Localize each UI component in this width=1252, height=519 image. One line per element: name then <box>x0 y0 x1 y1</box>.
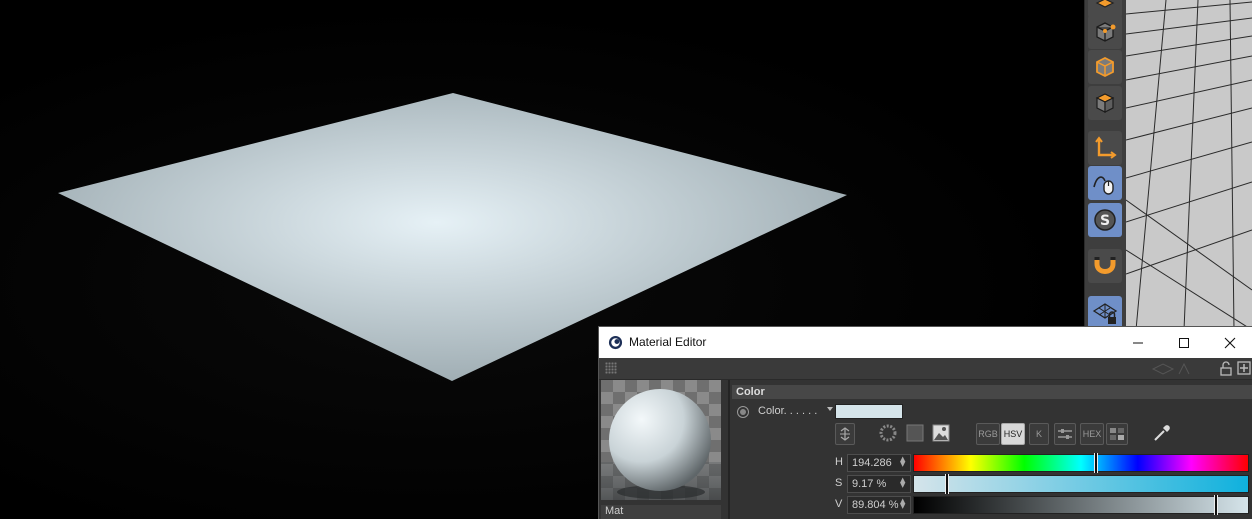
preview-sphere <box>609 389 711 491</box>
value-stepper-icon[interactable]: ▲ ▼ <box>900 498 905 510</box>
maximize-icon <box>1179 337 1189 348</box>
section-title: Color <box>732 385 1252 399</box>
saturation-stepper-icon[interactable]: ▲ ▼ <box>900 477 905 489</box>
grip-handle-icon[interactable] <box>605 362 617 374</box>
eyedropper-button[interactable] <box>1151 423 1173 443</box>
swatches-button[interactable] <box>1106 423 1128 445</box>
window-title: Material Editor <box>629 335 707 349</box>
snap-magnet-icon[interactable] <box>1088 249 1122 283</box>
hue-label: H <box>835 456 843 468</box>
hue-stepper-icon[interactable]: ▲ ▼ <box>900 456 905 468</box>
maximize-button[interactable] <box>1161 327 1207 358</box>
color-swatch[interactable] <box>835 404 903 419</box>
rgb-mode-button[interactable]: RGB <box>976 423 1000 445</box>
material-preview[interactable] <box>601 380 721 500</box>
minimize-button[interactable] <box>1115 327 1161 358</box>
workplane-lock-icon[interactable] <box>1088 296 1122 330</box>
saturation-slider-knob[interactable] <box>945 474 949 494</box>
axis-icon[interactable] <box>1088 131 1122 165</box>
close-icon <box>1224 337 1236 348</box>
polygons-mode-icon[interactable] <box>1088 86 1122 120</box>
swatches-icon <box>1110 428 1124 440</box>
tweak-mode-icon[interactable] <box>1088 166 1122 200</box>
saturation-slider[interactable] <box>913 474 1249 494</box>
close-button[interactable] <box>1207 327 1252 358</box>
material-editor-window: Material Editor Mat Color Color. . . . .… <box>598 326 1252 519</box>
edges-mode-icon[interactable] <box>1088 50 1122 84</box>
title-bar[interactable]: Material Editor <box>599 327 1252 358</box>
panel-divider[interactable] <box>728 380 730 519</box>
mixer-icon <box>1058 429 1072 439</box>
material-name-field[interactable]: Mat <box>601 505 721 519</box>
value-slider[interactable] <box>913 495 1249 515</box>
kelvin-mode-button[interactable]: K <box>1029 423 1049 445</box>
color-enable-radio[interactable] <box>737 406 749 418</box>
tool-palette: S <box>1084 0 1128 330</box>
secondary-viewport[interactable] <box>1126 0 1252 330</box>
color-label: Color. . . . . . <box>758 405 818 417</box>
hsv-mode-button[interactable]: HSV <box>1001 423 1025 445</box>
svg-text:S: S <box>1100 213 1110 229</box>
eyedropper-icon <box>1154 425 1170 441</box>
points-mode-icon[interactable] <box>1088 15 1122 49</box>
color-wheel-icon <box>879 424 897 442</box>
expand-collapse-icon <box>840 427 850 441</box>
saturation-label: S <box>835 477 843 489</box>
hue-slider-knob[interactable] <box>1094 453 1098 473</box>
editor-toolbar <box>599 358 1252 380</box>
color-wheel-button[interactable] <box>878 423 898 443</box>
compact-toggle-button[interactable] <box>835 423 855 445</box>
mixer-button[interactable] <box>1054 423 1076 445</box>
nav-arrows-icon[interactable] <box>1151 362 1191 376</box>
image-picker-button[interactable] <box>931 423 951 443</box>
value-slider-knob[interactable] <box>1214 495 1218 515</box>
solo-icon[interactable]: S <box>1088 203 1122 237</box>
minimize-icon <box>1133 342 1143 343</box>
hue-slider[interactable] <box>913 453 1249 473</box>
hex-mode-button[interactable]: HEX <box>1080 423 1104 445</box>
spectrum-button[interactable] <box>905 423 925 443</box>
spectrum-icon <box>906 424 924 442</box>
cinema4d-app-icon <box>608 335 623 350</box>
value-label: V <box>835 498 843 510</box>
dropdown-arrow-icon[interactable] <box>827 407 833 411</box>
image-icon <box>932 424 950 442</box>
unlock-icon[interactable] <box>1219 361 1233 376</box>
new-panel-icon[interactable] <box>1237 361 1251 375</box>
